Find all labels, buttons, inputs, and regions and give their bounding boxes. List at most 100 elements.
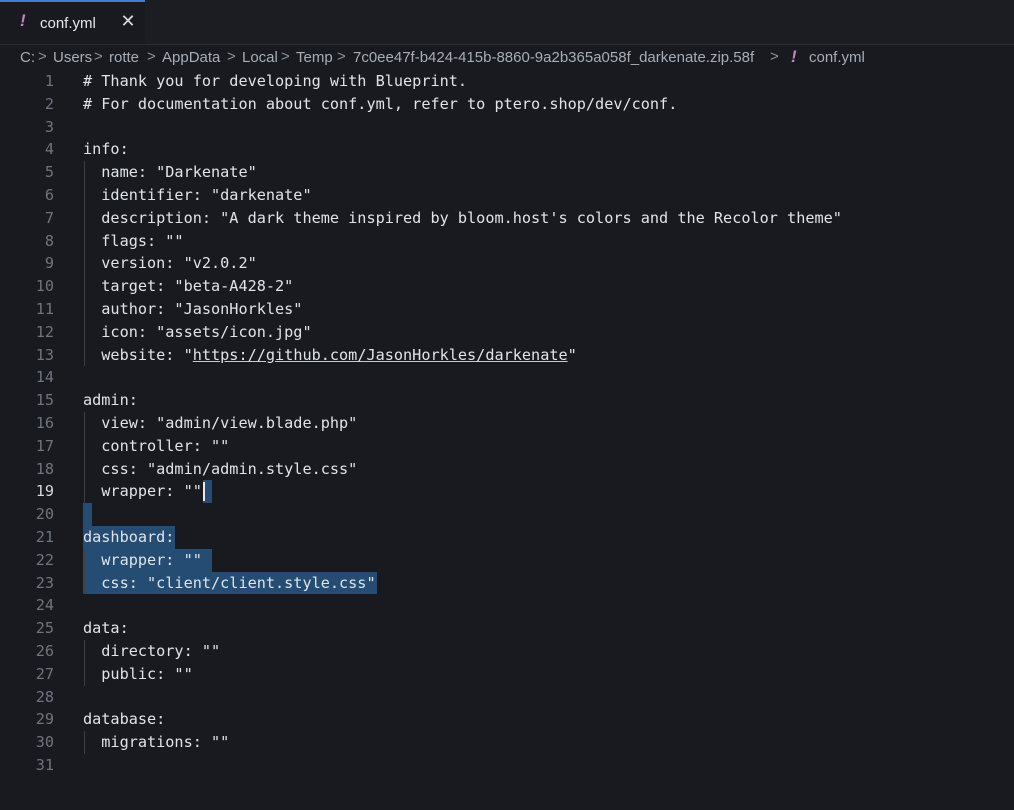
chevron-right-icon: > <box>227 48 236 65</box>
indent-guide <box>84 731 85 754</box>
line-number: 19 <box>35 482 54 501</box>
code-text: controller: "" <box>83 436 230 455</box>
breadcrumb-item[interactable]: AppData <box>162 49 220 66</box>
code-line[interactable]: 10 target: "beta-A428-2" <box>0 275 1014 298</box>
code-text: css: "admin/admin.style.css" <box>83 459 358 478</box>
code-line[interactable]: 27 public: "" <box>0 662 1014 686</box>
breadcrumb-item[interactable]: C: <box>20 49 35 66</box>
line-number: 8 <box>44 231 54 250</box>
code-line[interactable]: 5 name: "Darkenate" <box>0 161 1014 184</box>
chevron-right-icon: > <box>770 48 779 65</box>
line-number: 28 <box>35 687 54 706</box>
code-text: # For documentation about conf.yml, refe… <box>83 94 678 113</box>
line-number: 9 <box>44 254 54 273</box>
breadcrumb-item[interactable]: 7c0ee47f-b424-415b-8860-9a2b365a058f_dar… <box>353 49 754 66</box>
code-text: wrapper: "" <box>83 550 202 569</box>
indent-guide <box>84 480 85 504</box>
code-line[interactable]: 30 migrations: "" <box>0 731 1014 754</box>
code-line[interactable]: 19 wrapper: "" <box>0 480 1014 504</box>
line-number: 10 <box>35 277 54 296</box>
breadcrumb-item[interactable]: Local <box>242 49 278 66</box>
code-text: description: "A dark theme inspired by b… <box>83 208 842 227</box>
breadcrumb: C: > Users > rotte > AppData > Local > Temp >7c0ee4… <box>0 45 1014 71</box>
code-line[interactable]: 13 website: "https://github.com/JasonHor… <box>0 343 1014 367</box>
code-text: dashboard: <box>83 528 175 546</box>
code-text: css: "client/client.style.css" <box>83 573 376 592</box>
line-number: 2 <box>44 94 54 113</box>
line-number: 7 <box>44 208 54 227</box>
line-number: 6 <box>44 186 54 204</box>
tab-label: conf.yml <box>40 15 96 32</box>
code-line[interactable]: 11 author: "JasonHorkles" <box>0 298 1014 321</box>
line-number: 20 <box>35 505 54 524</box>
line-number: 14 <box>35 368 54 387</box>
code-line[interactable]: 1 # Thank you for developing with Bluepri… <box>0 70 1014 93</box>
code-text: # Thank you for developing with Blueprin… <box>83 72 468 90</box>
indent-guide <box>84 343 85 367</box>
code-line[interactable]: 8 flags: "" <box>0 229 1014 253</box>
close-icon[interactable]: ✕ <box>119 12 137 30</box>
line-number: 1 <box>44 72 54 90</box>
code-line[interactable]: 23 css: "client/client.style.css" <box>0 571 1014 595</box>
line-number: 27 <box>35 664 54 683</box>
line-number: 31 <box>35 756 54 774</box>
code-text: target: "beta-A428-2" <box>83 277 294 296</box>
breadcrumb-item[interactable]: Users <box>53 49 92 66</box>
indent-guide <box>84 548 85 572</box>
code-line[interactable]: 2 # For documentation about conf.yml, ref… <box>0 93 1014 116</box>
code-line[interactable]: 31 <box>0 754 1014 777</box>
indent-guide <box>84 434 85 458</box>
line-number: 11 <box>35 300 54 318</box>
code-editor[interactable]: 1 # Thank you for developing with Bluepri… <box>0 70 1014 810</box>
indent-guide <box>84 298 85 321</box>
code-line[interactable]: 6 identifier: "darkenate" <box>0 184 1014 207</box>
chevron-right-icon: > <box>281 48 290 65</box>
indent-guide <box>84 412 85 435</box>
code-line[interactable]: 21 dashboard: <box>0 526 1014 549</box>
code-line[interactable]: 26 directory: "" <box>0 640 1014 663</box>
line-number: 5 <box>44 163 54 182</box>
code-text: author: "JasonHorkles" <box>83 300 303 318</box>
breadcrumb-item[interactable]: Temp <box>296 49 333 66</box>
code-line[interactable]: 4 info: <box>0 138 1014 161</box>
website-link[interactable]: https://github.com/JasonHorkles/darkenat… <box>193 346 568 364</box>
code-text: public: "" <box>83 664 193 683</box>
code-line[interactable]: 14 <box>0 366 1014 389</box>
code-line[interactable]: 12 icon: "assets/icon.jpg" <box>0 320 1014 344</box>
line-number: 4 <box>44 140 54 159</box>
tab-conf-yml[interactable]: ! conf.yml ✕ <box>0 0 145 44</box>
code-line[interactable]: 29 database: <box>0 708 1014 731</box>
code-text: database: <box>83 710 166 729</box>
code-line[interactable]: 16 view: "admin/view.blade.php" <box>0 412 1014 435</box>
code-line[interactable]: 22 wrapper: "" <box>0 548 1014 572</box>
code-text: info: <box>83 140 129 159</box>
chevron-right-icon: > <box>337 48 346 65</box>
code-text: directory: "" <box>83 642 221 660</box>
code-text: name: "Darkenate" <box>83 163 257 182</box>
code-line[interactable]: 3 <box>0 116 1014 139</box>
breadcrumb-item[interactable]: rotte <box>109 49 139 66</box>
indent-guide <box>84 206 85 230</box>
code-line[interactable]: 7 description: "A dark theme inspired by… <box>0 206 1014 230</box>
code-text: view: "admin/view.blade.php" <box>83 414 358 432</box>
line-number: 13 <box>35 345 54 364</box>
code-text: wrapper: "" <box>83 482 202 501</box>
chevron-right-icon: > <box>147 48 156 65</box>
code-line[interactable]: 24 <box>0 594 1014 617</box>
yaml-file-icon: ! <box>20 11 26 30</box>
indent-guide <box>84 252 85 276</box>
code-line[interactable]: 28 <box>0 686 1014 709</box>
line-number: 29 <box>35 710 54 729</box>
code-line[interactable]: 20 <box>0 503 1014 526</box>
code-line[interactable]: 17 controller: "" <box>0 434 1014 458</box>
code-line[interactable]: 15 admin: <box>0 389 1014 412</box>
code-text: data: <box>83 619 129 638</box>
code-line[interactable]: 18 css: "admin/admin.style.css" <box>0 457 1014 481</box>
indent-guide <box>84 571 85 595</box>
code-line[interactable]: 9 version: "v2.0.2" <box>0 252 1014 276</box>
breadcrumb-file[interactable]: conf.yml <box>809 49 865 66</box>
indent-guide <box>84 161 85 184</box>
line-number: 25 <box>35 619 54 638</box>
code-line[interactable]: 25 data: <box>0 617 1014 640</box>
text-cursor <box>202 482 205 502</box>
